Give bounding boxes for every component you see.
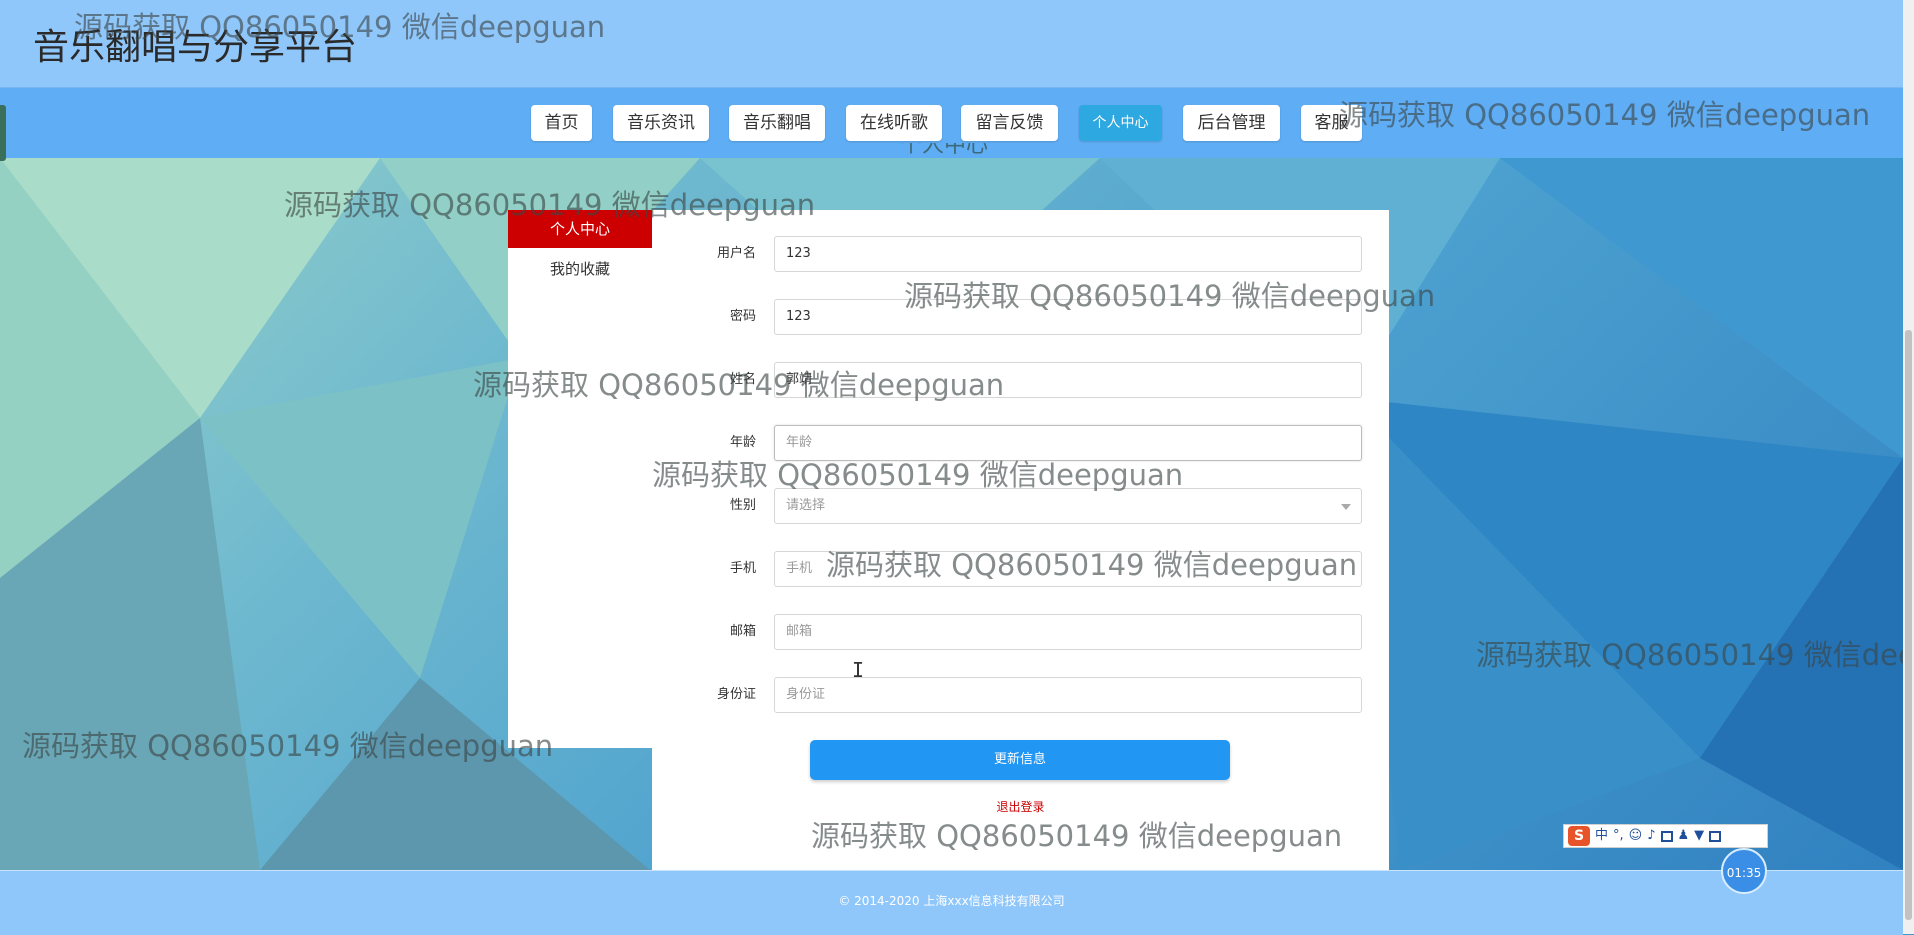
site-title: 音乐翻唱与分享平台 — [33, 27, 358, 68]
copyright-text: © 2014-2020 上海xxx信息科技有限公司 — [838, 894, 1065, 908]
name-input[interactable]: 郭靖 — [774, 362, 1362, 398]
id-card-label: 身份证 — [716, 687, 756, 702]
site-header: 音乐翻唱与分享平台 — [0, 0, 1903, 88]
sidebar: 个人中心 我的收藏 — [508, 210, 652, 748]
form-row-phone: 手机 手机 — [652, 551, 1389, 589]
form-row-password: 密码 123 — [652, 299, 1389, 337]
site-footer: © 2014-2020 上海xxx信息科技有限公司 — [0, 870, 1903, 935]
password-input[interactable]: 123 — [774, 299, 1362, 335]
form-row-id-card: 身份证 身份证 — [652, 677, 1389, 715]
sidebar-item-personal-center[interactable]: 个人中心 — [508, 210, 652, 248]
password-label: 密码 — [729, 309, 756, 324]
form-row-gender: 性别 请选择 — [652, 488, 1389, 526]
timer-badge: 01:35 — [1721, 848, 1767, 894]
ime-mode-toggle[interactable]: 中 — [1595, 826, 1608, 846]
side-drawer-handle[interactable] — [0, 105, 6, 161]
nav-personal-center[interactable]: 个人中心 — [1079, 105, 1162, 141]
chevron-down-icon — [1341, 504, 1351, 510]
form-row-username: 用户名 123 — [652, 236, 1389, 274]
id-card-input[interactable]: 身份证 — [774, 677, 1362, 713]
keyboard-icon[interactable] — [1660, 830, 1673, 842]
username-label: 用户名 — [716, 246, 756, 261]
phone-label: 手机 — [729, 561, 756, 576]
form-row-age: 年龄 年龄 — [652, 425, 1389, 463]
ime-punctuation-toggle[interactable]: °, — [1613, 826, 1624, 846]
profile-form: 用户名 123 密码 123 姓名 郭靖 年龄 年龄 性别 请选择 手机 手机 … — [652, 210, 1389, 870]
name-label: 姓名 — [729, 372, 756, 387]
nav-music-news[interactable]: 音乐资讯 — [613, 105, 709, 141]
username-input[interactable]: 123 — [774, 236, 1362, 272]
phone-input[interactable]: 手机 — [774, 551, 1362, 587]
email-input[interactable]: 邮箱 — [774, 614, 1362, 650]
nav-feedback[interactable]: 留言反馈 — [961, 105, 1058, 141]
nav-home[interactable]: 首页 — [531, 105, 592, 141]
user-icon[interactable]: ♟ — [1678, 826, 1690, 846]
emoji-icon[interactable]: ☺ — [1629, 826, 1643, 846]
sidebar-item-favorites[interactable]: 我的收藏 — [508, 254, 652, 284]
nav-online-listening[interactable]: 在线听歌 — [846, 105, 942, 141]
gender-select-value: 请选择 — [786, 498, 826, 513]
skin-icon[interactable]: ▼ — [1694, 826, 1704, 846]
scrollbar-thumb[interactable] — [1905, 330, 1912, 920]
nav-admin[interactable]: 后台管理 — [1183, 105, 1280, 141]
ime-toolbar[interactable]: S 中 °, ☺ ♪ ♟ ▼ — [1563, 824, 1768, 848]
logout-link[interactable]: 退出登录 — [652, 798, 1389, 815]
text-cursor-icon: I — [852, 658, 865, 682]
email-label: 邮箱 — [729, 624, 756, 639]
gender-label: 性别 — [729, 498, 756, 513]
gender-select[interactable]: 请选择 — [774, 488, 1362, 524]
update-info-button[interactable]: 更新信息 — [810, 740, 1230, 780]
page-scrollbar[interactable] — [1903, 0, 1914, 934]
nav-customer-service[interactable]: 客服 — [1301, 105, 1362, 141]
form-row-name: 姓名 郭靖 — [652, 362, 1389, 400]
ime-logo-icon[interactable]: S — [1568, 826, 1590, 846]
age-input[interactable]: 年龄 — [774, 425, 1362, 461]
nav-music-covers[interactable]: 音乐翻唱 — [729, 105, 825, 141]
age-label: 年龄 — [729, 435, 756, 450]
grid-menu-icon[interactable] — [1709, 830, 1722, 842]
page-heading: 个人中心 — [900, 143, 989, 158]
microphone-icon[interactable]: ♪ — [1647, 826, 1655, 846]
form-row-email: 邮箱 邮箱 — [652, 614, 1389, 652]
